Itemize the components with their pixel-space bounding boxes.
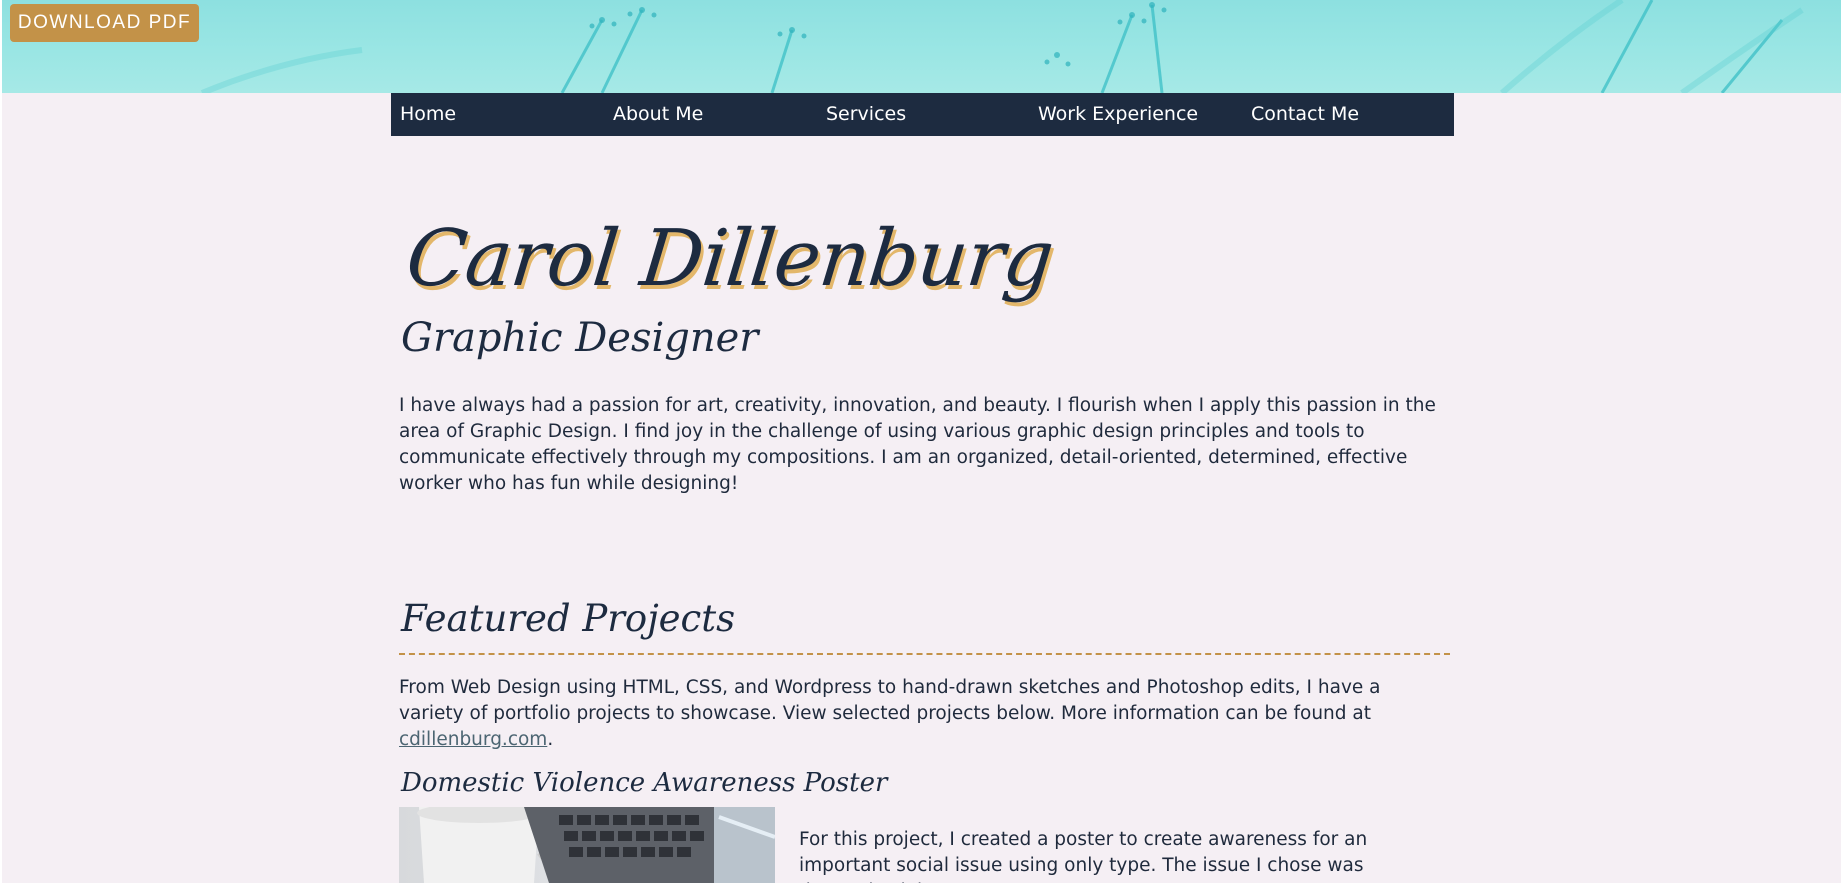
- job-title: Graphic Designer: [401, 315, 759, 361]
- nav-item-home[interactable]: Home: [400, 93, 456, 136]
- main-nav: Home About Me Services Work Experience C…: [391, 93, 1454, 136]
- download-pdf-button[interactable]: DOWNLOAD PDF: [10, 4, 199, 42]
- featured-intro-end: .: [547, 729, 554, 750]
- featured-projects-heading: Featured Projects: [401, 597, 736, 640]
- project-title: Domestic Violence Awareness Poster: [401, 768, 888, 798]
- project-description: For this project, I created a poster to …: [799, 829, 1368, 883]
- nav-item-services[interactable]: Services: [826, 93, 906, 136]
- featured-projects-intro: From Web Design using HTML, CSS, and Wor…: [399, 675, 1450, 753]
- section-divider: [399, 653, 1450, 655]
- nav-item-about-me[interactable]: About Me: [613, 93, 703, 136]
- laptop-and-mug-photo: [399, 807, 775, 883]
- name-heading: Carol Dillenburg: [402, 214, 1058, 304]
- nav-item-work-experience[interactable]: Work Experience: [1038, 93, 1198, 136]
- nav-item-contact-me[interactable]: Contact Me: [1251, 93, 1359, 136]
- featured-intro-text: From Web Design using HTML, CSS, and Wor…: [399, 677, 1381, 724]
- banner-flower-pattern: [200, 0, 1804, 93]
- header-banner: DOWNLOAD PDF: [2, 0, 1841, 93]
- project-thumbnail-image[interactable]: [399, 807, 775, 883]
- intro-paragraph: I have always had a passion for art, cre…: [399, 395, 1436, 494]
- page: DOWNLOAD PDF Home About Me Services Work…: [2, 0, 1841, 883]
- portfolio-site-link[interactable]: cdillenburg.com: [399, 729, 547, 750]
